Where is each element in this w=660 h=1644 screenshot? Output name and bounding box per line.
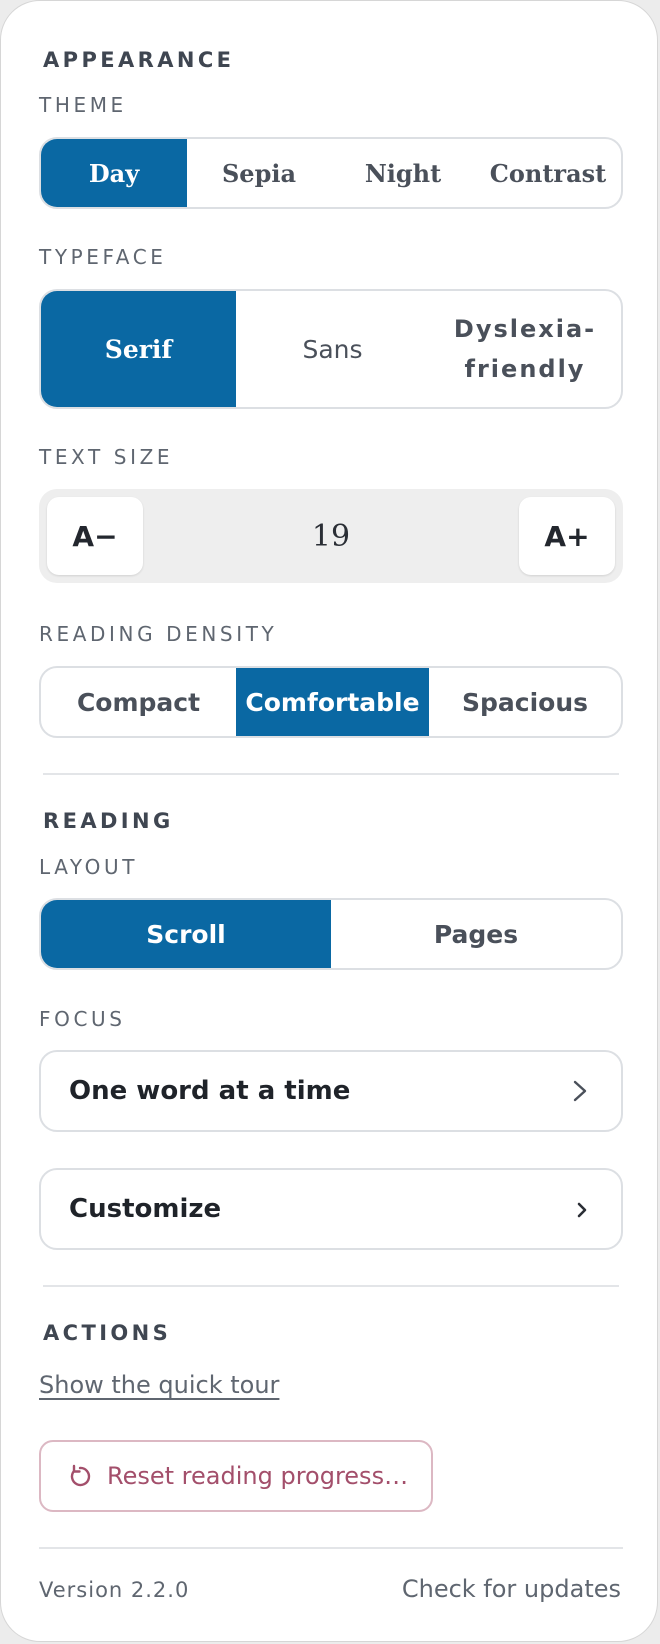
typeface-selector: Serif Sans Dyslexia- friendly	[39, 289, 623, 409]
settings-panel: APPEARANCE THEME Day Sepia Night Contras…	[0, 0, 658, 1642]
theme-option-night[interactable]: Night	[331, 139, 475, 207]
layout-option-scroll[interactable]: Scroll	[41, 900, 331, 968]
density-option-compact[interactable]: Compact	[41, 668, 236, 736]
appearance-heading: APPEARANCE	[43, 48, 235, 72]
typeface-option-dyslexia[interactable]: Dyslexia- friendly	[429, 291, 621, 407]
quick-tour-link[interactable]: Show the quick tour	[39, 1371, 279, 1399]
decrease-text-size-button[interactable]: A−	[47, 497, 143, 575]
density-option-comfortable[interactable]: Comfortable	[236, 668, 429, 736]
section-divider	[43, 1285, 619, 1287]
increase-text-size-button[interactable]: A+	[519, 497, 615, 575]
density-option-spacious[interactable]: Spacious	[429, 668, 621, 736]
reading-heading: READING	[43, 809, 174, 833]
theme-option-sepia[interactable]: Sepia	[187, 139, 331, 207]
text-size-stepper: 19 A− A+	[39, 489, 623, 583]
typeface-label: TYPEFACE	[39, 245, 167, 269]
layout-label: LAYOUT	[39, 855, 139, 879]
theme-option-contrast[interactable]: Contrast	[475, 139, 621, 207]
reading-density-label: READING DENSITY	[39, 622, 278, 646]
version-text: Version 2.2.0	[39, 1578, 190, 1602]
theme-label: THEME	[39, 93, 127, 117]
focus-mode-select[interactable]: One word at a time	[39, 1050, 623, 1132]
check-updates-link[interactable]: Check for updates	[402, 1575, 621, 1603]
reset-progress-button[interactable]: Reset reading progress…	[39, 1440, 433, 1512]
actions-heading: ACTIONS	[43, 1321, 172, 1345]
typeface-option-serif[interactable]: Serif	[41, 291, 236, 407]
customize-button[interactable]: Customize	[39, 1168, 623, 1250]
layout-option-pages[interactable]: Pages	[331, 900, 621, 968]
chevron-right-icon	[577, 1202, 587, 1218]
footer-divider	[39, 1547, 623, 1549]
typeface-option-sans[interactable]: Sans	[236, 291, 429, 407]
customize-label: Customize	[69, 1194, 222, 1224]
theme-option-day[interactable]: Day	[41, 139, 187, 207]
chevron-right-icon	[573, 1080, 587, 1102]
focus-label: FOCUS	[39, 1007, 126, 1031]
density-selector: Compact Comfortable Spacious	[39, 666, 623, 738]
focus-mode-value: One word at a time	[69, 1076, 351, 1106]
text-size-label: TEXT SIZE	[39, 445, 174, 469]
theme-selector: Day Sepia Night Contrast	[39, 137, 623, 209]
layout-selector: Scroll Pages	[39, 898, 623, 970]
reset-icon	[70, 1464, 91, 1487]
section-divider	[43, 773, 619, 775]
reset-progress-label: Reset reading progress…	[107, 1462, 409, 1490]
